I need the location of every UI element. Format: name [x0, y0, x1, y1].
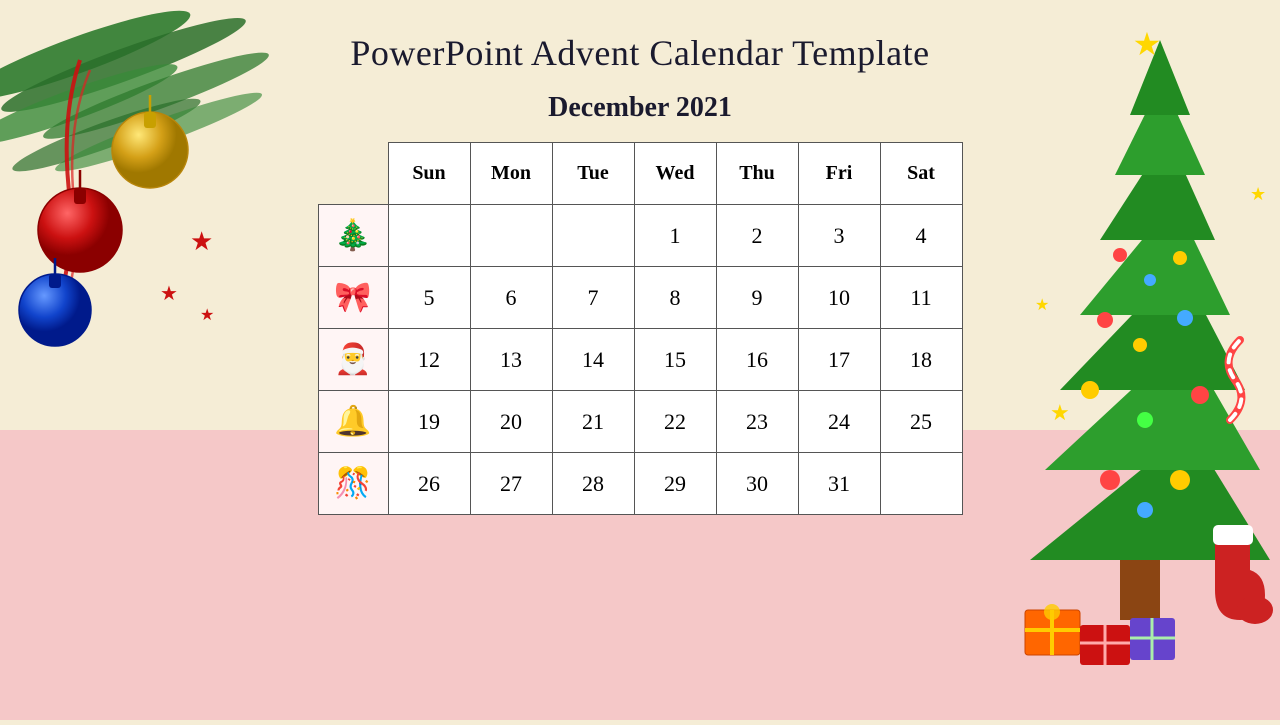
day-cell[interactable]: 7 [552, 267, 634, 329]
day-cell[interactable]: 28 [552, 453, 634, 515]
day-cell[interactable]: 20 [470, 391, 552, 453]
day-cell[interactable]: 2 [716, 205, 798, 267]
day-cell[interactable]: 6 [470, 267, 552, 329]
header-sun: Sun [388, 143, 470, 205]
calendar-row-3: 🔔19202122232425 [318, 391, 962, 453]
calendar-wrapper: Sun Mon Tue Wed Thu Fri Sat 🎄1234🎀567891… [0, 142, 1280, 515]
week-icon-0: 🎄 [318, 205, 388, 267]
day-cell[interactable]: 14 [552, 329, 634, 391]
day-cell[interactable]: 26 [388, 453, 470, 515]
week-icon-3: 🔔 [318, 391, 388, 453]
week-icon-1: 🎀 [318, 267, 388, 329]
day-cell[interactable]: 29 [634, 453, 716, 515]
day-cell[interactable]: 9 [716, 267, 798, 329]
day-cell[interactable]: 11 [880, 267, 962, 329]
week-icon-4: 🎊 [318, 453, 388, 515]
day-cell[interactable]: 24 [798, 391, 880, 453]
day-cell[interactable]: 1 [634, 205, 716, 267]
day-cell[interactable]: 31 [798, 453, 880, 515]
header-tue: Tue [552, 143, 634, 205]
day-cell[interactable]: 23 [716, 391, 798, 453]
day-cell[interactable]: 25 [880, 391, 962, 453]
day-cell[interactable]: 15 [634, 329, 716, 391]
day-cell[interactable]: 18 [880, 329, 962, 391]
day-cell[interactable]: 27 [470, 453, 552, 515]
calendar-row-1: 🎀567891011 [318, 267, 962, 329]
day-cell[interactable]: 30 [716, 453, 798, 515]
page-title: PowerPoint Advent Calendar Template [0, 0, 1280, 74]
header-fri: Fri [798, 143, 880, 205]
day-cell[interactable]: 19 [388, 391, 470, 453]
calendar-table: Sun Mon Tue Wed Thu Fri Sat 🎄1234🎀567891… [318, 142, 963, 515]
day-cell[interactable] [552, 205, 634, 267]
calendar-row-2: 🎅12131415161718 [318, 329, 962, 391]
day-cell[interactable]: 21 [552, 391, 634, 453]
header-mon: Mon [470, 143, 552, 205]
calendar-row-0: 🎄 1234 [318, 205, 962, 267]
day-cell[interactable] [388, 205, 470, 267]
day-cell[interactable]: 16 [716, 329, 798, 391]
day-cell[interactable]: 3 [798, 205, 880, 267]
calendar-header-row: Sun Mon Tue Wed Thu Fri Sat [318, 143, 962, 205]
header-wed: Wed [634, 143, 716, 205]
day-cell[interactable]: 5 [388, 267, 470, 329]
day-cell[interactable] [470, 205, 552, 267]
day-cell[interactable] [880, 453, 962, 515]
header-sat: Sat [880, 143, 962, 205]
day-cell[interactable]: 12 [388, 329, 470, 391]
week-icon-2: 🎅 [318, 329, 388, 391]
day-cell[interactable]: 17 [798, 329, 880, 391]
calendar-row-4: 🎊262728293031 [318, 453, 962, 515]
header-thu: Thu [716, 143, 798, 205]
day-cell[interactable]: 4 [880, 205, 962, 267]
day-cell[interactable]: 8 [634, 267, 716, 329]
month-title: December 2021 [0, 92, 1280, 124]
day-cell[interactable]: 22 [634, 391, 716, 453]
day-cell[interactable]: 10 [798, 267, 880, 329]
day-cell[interactable]: 13 [470, 329, 552, 391]
